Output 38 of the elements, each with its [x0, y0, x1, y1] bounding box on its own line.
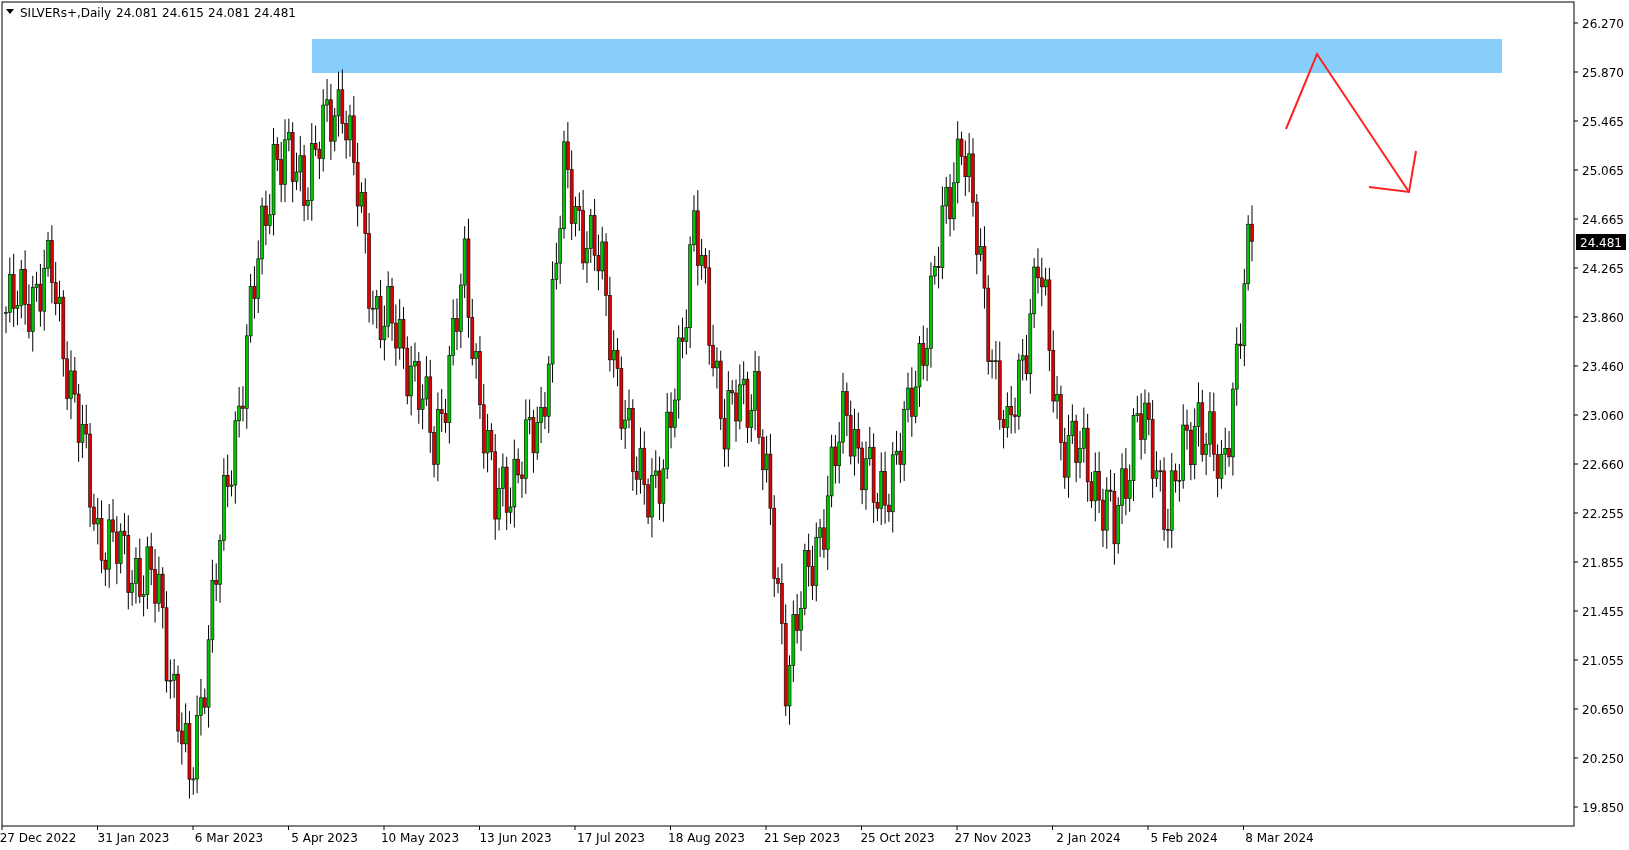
- price-axis-label: 25.065: [1582, 164, 1624, 178]
- price-axis-label: 23.860: [1582, 311, 1624, 325]
- price-axis-label: 23.060: [1582, 409, 1624, 423]
- date-axis-label: 6 Mar 2023: [194, 831, 264, 845]
- date-axis-label: 27 Nov 2023: [954, 831, 1032, 845]
- ohlc-value: 24.481: [254, 6, 296, 20]
- price-axis-label: 19.850: [1582, 801, 1624, 815]
- date-axis-label: 8 Mar 2024: [1245, 831, 1314, 845]
- ohlc-value: 24.081: [116, 6, 158, 20]
- price-axis-label: 20.650: [1582, 703, 1624, 717]
- current-price-label: 24.481: [1576, 234, 1626, 250]
- date-axis-label: 10 May 2023: [380, 831, 460, 845]
- date-axis-label: 2 Jan 2024: [1056, 831, 1121, 845]
- price-axis-label: 26.270: [1582, 17, 1624, 31]
- price-axis-label: 21.455: [1582, 605, 1624, 619]
- date-axis-label: 18 Aug 2023: [668, 831, 745, 845]
- price-axis-label: 22.255: [1582, 507, 1624, 521]
- price-axis-label: 21.055: [1582, 654, 1624, 668]
- chart-symbol: SILVERs+,Daily: [20, 6, 112, 20]
- date-axis-label: 27 Dec 2022: [0, 831, 77, 845]
- date-axis-label: 13 Jun 2023: [479, 831, 552, 845]
- date-axis-label: 5 Apr 2023: [291, 831, 358, 845]
- price-axis-label: 22.660: [1582, 458, 1624, 472]
- date-axis-label: 21 Sep 2023: [763, 831, 841, 845]
- ohlc-value: 24.081: [208, 6, 250, 20]
- price-axis-label: 25.870: [1582, 66, 1624, 80]
- date-axis-label: 31 Jan 2023: [97, 831, 170, 845]
- date-axis-label: 17 Jul 2023: [577, 831, 645, 845]
- price-axis-label: 24.665: [1582, 213, 1624, 227]
- price-axis-label: 21.855: [1582, 556, 1624, 570]
- ohlc-value: 24.615: [162, 6, 204, 20]
- price-axis-label: 20.250: [1582, 752, 1624, 766]
- date-axis-label: 5 Feb 2024: [1150, 831, 1218, 845]
- price-axis-label: 23.460: [1582, 360, 1624, 374]
- date-axis-label: 25 Oct 2023: [860, 831, 935, 845]
- price-axis-label: 25.465: [1582, 115, 1624, 129]
- collapse-triangle-icon[interactable]: [6, 9, 14, 14]
- price-axis-label: 24.265: [1582, 262, 1624, 276]
